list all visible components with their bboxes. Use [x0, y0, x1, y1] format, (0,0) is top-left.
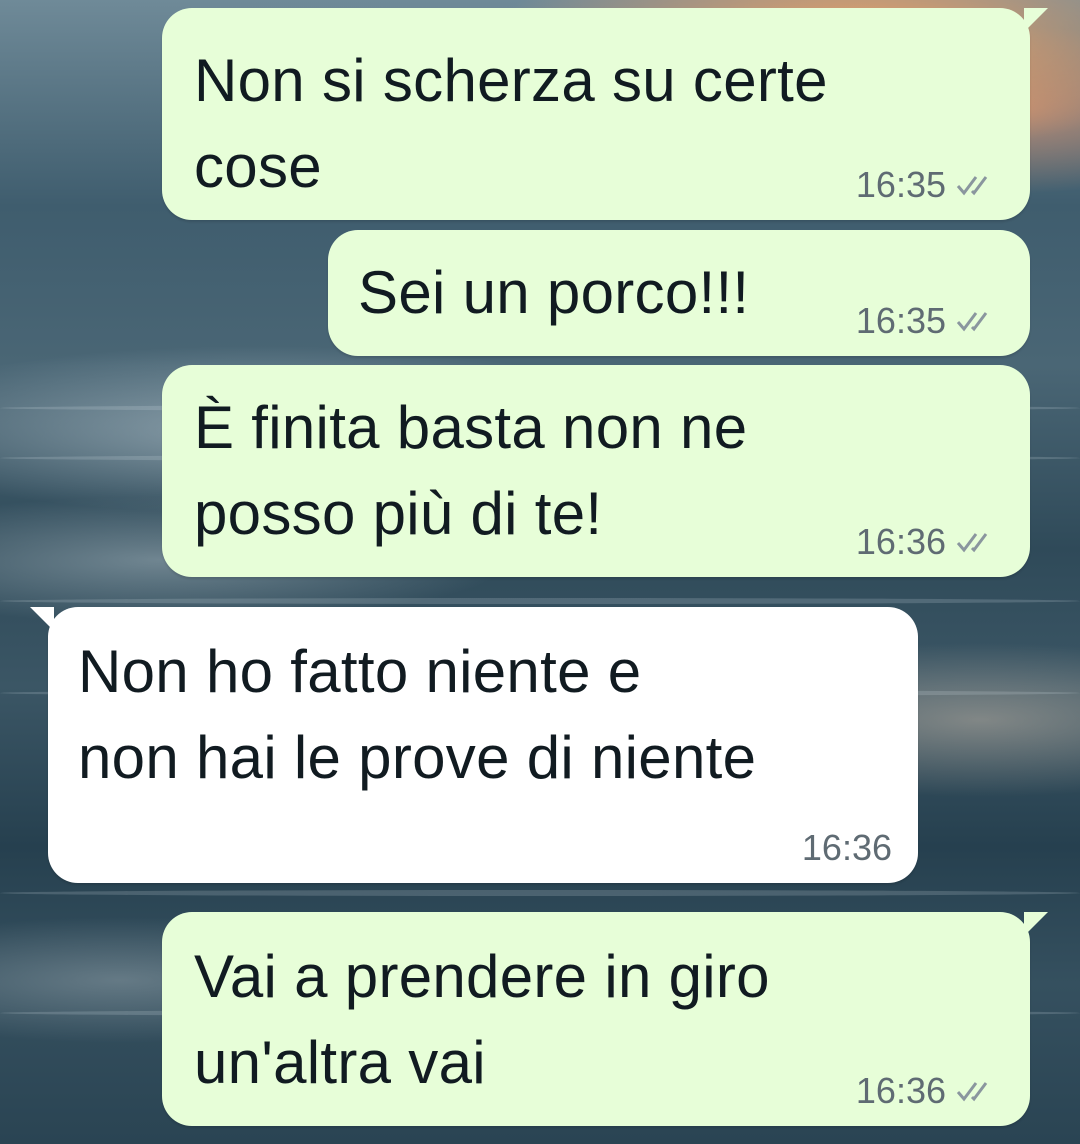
message-time: 16:36 — [855, 1070, 946, 1111]
double-check-icon — [956, 1082, 988, 1102]
message-text: Vai a prendere in giro un'altra vai — [194, 943, 770, 1096]
message-bubble-outgoing[interactable]: Non si scherza su certe cose 16:35 — [162, 8, 1048, 220]
double-check-icon — [956, 533, 988, 553]
message-time: 16:35 — [855, 164, 946, 205]
double-check-icon — [956, 312, 988, 332]
message-bubble-outgoing[interactable]: Vai a prendere in giro un'altra vai 16:3… — [162, 912, 1048, 1126]
message-meta: 16:36 — [802, 827, 892, 869]
message-meta: 16:36 — [856, 1070, 1000, 1112]
background-wave — [0, 890, 1080, 896]
message-meta: 16:35 — [856, 300, 1000, 342]
message-time: 16:36 — [801, 827, 892, 868]
double-check-icon — [956, 176, 988, 196]
message-time: 16:35 — [855, 300, 946, 341]
message-text: Non ho fatto niente e non hai le prove d… — [78, 638, 757, 791]
message-text: Non si scherza su certe cose — [194, 47, 828, 200]
message-meta: 16:36 — [856, 521, 1000, 563]
message-text: È finita basta non ne posso più di te! — [194, 394, 748, 547]
message-time: 16:36 — [855, 521, 946, 562]
message-bubble-incoming[interactable]: Non ho fatto niente e non hai le prove d… — [30, 607, 918, 883]
background-wave — [0, 598, 1080, 604]
message-text: Sei un porco!!! — [358, 259, 750, 326]
message-bubble-outgoing[interactable]: Sei un porco!!! 16:35 — [328, 230, 1030, 356]
message-meta: 16:35 — [856, 164, 1000, 206]
message-bubble-outgoing[interactable]: È finita basta non ne posso più di te! 1… — [162, 365, 1030, 577]
